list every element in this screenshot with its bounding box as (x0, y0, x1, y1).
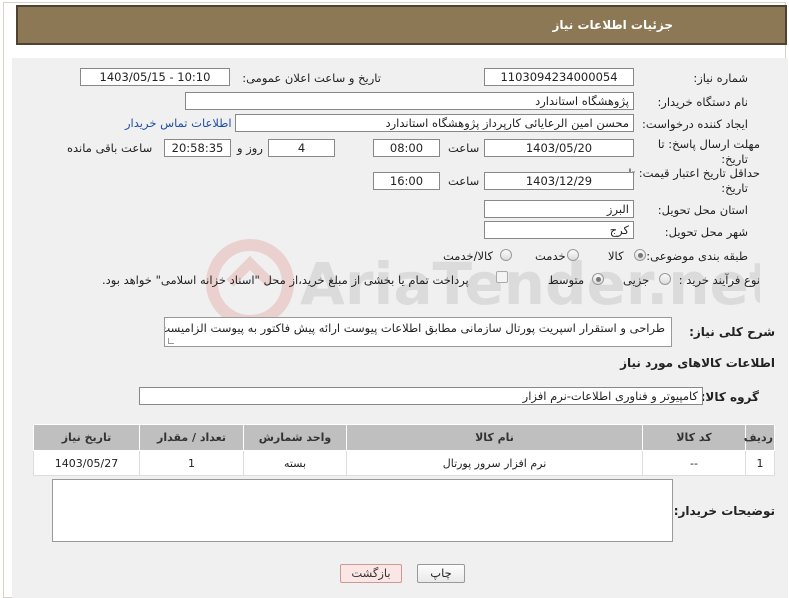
process-option-minor: جزیی (623, 273, 650, 287)
buyer-notes-field[interactable] (52, 479, 673, 542)
process-label: نوع فرآیند خرید : (678, 273, 760, 287)
back-button[interactable]: بازگشت (340, 564, 402, 583)
validity-time-label: ساعت (448, 174, 480, 188)
col-date-header: تاریخ نیاز (33, 424, 140, 451)
city-field: کرج (484, 221, 634, 239)
col-qty-header: تعداد / مقدار (139, 424, 244, 451)
category-label: طبقه بندی موضوعی: (646, 249, 748, 263)
process-radio-minor[interactable] (659, 273, 671, 285)
description-field[interactable]: طراحی و استقرار اسپریت پورتال سازمانی مط… (164, 317, 672, 347)
treasury-payment-checkbox[interactable] (496, 271, 508, 283)
creator-field: محسن امین الرعایائی کارپرداز پژوهشگاه اس… (235, 114, 634, 132)
resize-handle[interactable] (168, 338, 174, 344)
validity-date-label: تاریخ: (721, 181, 748, 195)
page-title: جزئیات اطلاعات نیاز (16, 5, 787, 45)
remaining-time-field: 20:58:35 (164, 139, 231, 157)
category-radio-service[interactable] (567, 249, 579, 261)
contact-buyer-link[interactable]: اطلاعات تماس خریدار (125, 115, 232, 131)
buyer-notes-label: توضیحات خریدار: (673, 504, 775, 518)
deadline-date-field: 1403/05/20 (484, 139, 634, 157)
cell-qty: 1 (139, 450, 244, 476)
goods-group-field: کامپیوتر و فناوری اطلاعات-نرم افزار (139, 387, 703, 405)
announce-datetime-field: 1403/05/15 - 10:10 (80, 68, 230, 86)
description-label: شرح کلی نیاز: (689, 325, 775, 339)
col-row-header: ردیف (744, 424, 775, 451)
need-number-label: شماره نیاز: (693, 71, 748, 85)
goods-section-title: اطلاعات کالاهای مورد نیاز (620, 356, 775, 370)
col-code-header: کد کالا (642, 424, 746, 451)
category-option-service: خدمت (535, 249, 566, 263)
remaining-label: ساعت باقی مانده (67, 141, 153, 155)
buyer-org-label: نام دستگاه خریدار: (657, 95, 748, 109)
print-button[interactable]: چاپ (417, 564, 465, 583)
announce-label: تاریخ و ساعت اعلان عمومی: (242, 71, 381, 85)
province-field: البرز (484, 200, 634, 218)
creator-label: ایجاد کننده درخواست: (642, 117, 748, 131)
cell-unit: بسته (243, 450, 347, 476)
category-radio-goods-service[interactable] (500, 249, 512, 261)
process-option-medium: متوسط (548, 273, 585, 287)
treasury-payment-note: پرداخت تمام یا بخشی از مبلغ خرید،از محل … (102, 273, 469, 287)
buyer-org-field: پژوهشگاه استاندارد (185, 92, 634, 110)
days-label: روز و (237, 141, 263, 155)
category-option-goods: کالا (608, 249, 624, 263)
process-radio-medium[interactable] (592, 273, 604, 285)
cell-code: -- (642, 450, 746, 476)
category-option-goods-service: کالا/خدمت (443, 249, 494, 263)
validity-time-field: 16:00 (373, 172, 440, 190)
deadline-label: مهلت ارسال پاسخ: تا (657, 137, 760, 151)
city-label: شهر محل تحویل: (664, 225, 748, 239)
goods-table-header: ردیف کد کالا نام کالا واحد شمارش تعداد /… (33, 424, 775, 451)
need-number-field: 1103094234000054 (484, 68, 634, 86)
category-radio-goods[interactable] (634, 249, 646, 261)
col-unit-header: واحد شمارش (243, 424, 347, 451)
validity-date-field: 1403/12/29 (484, 172, 634, 190)
deadline-time-field: 08:00 (373, 139, 440, 157)
col-name-header: نام کالا (346, 424, 643, 451)
days-remaining-field: 4 (268, 139, 335, 157)
validity-label: حداقل تاریخ اعتبار قیمت: تا (628, 166, 760, 180)
goods-group-label: گروه کالا: (700, 390, 759, 404)
deadline-time-label: ساعت (448, 141, 480, 155)
goods-table: ردیف کد کالا نام کالا واحد شمارش تعداد /… (33, 424, 775, 476)
cell-date: 1403/05/27 (33, 450, 140, 476)
cell-name: نرم افزار سرور پورتال (346, 450, 643, 476)
province-label: استان محل تحویل: (657, 203, 748, 217)
table-row: 1 -- نرم افزار سرور پورتال بسته 1 1403/0… (33, 450, 775, 476)
cell-row: 1 (745, 450, 775, 476)
description-text: طراحی و استقرار اسپریت پورتال سازمانی مط… (164, 321, 665, 335)
